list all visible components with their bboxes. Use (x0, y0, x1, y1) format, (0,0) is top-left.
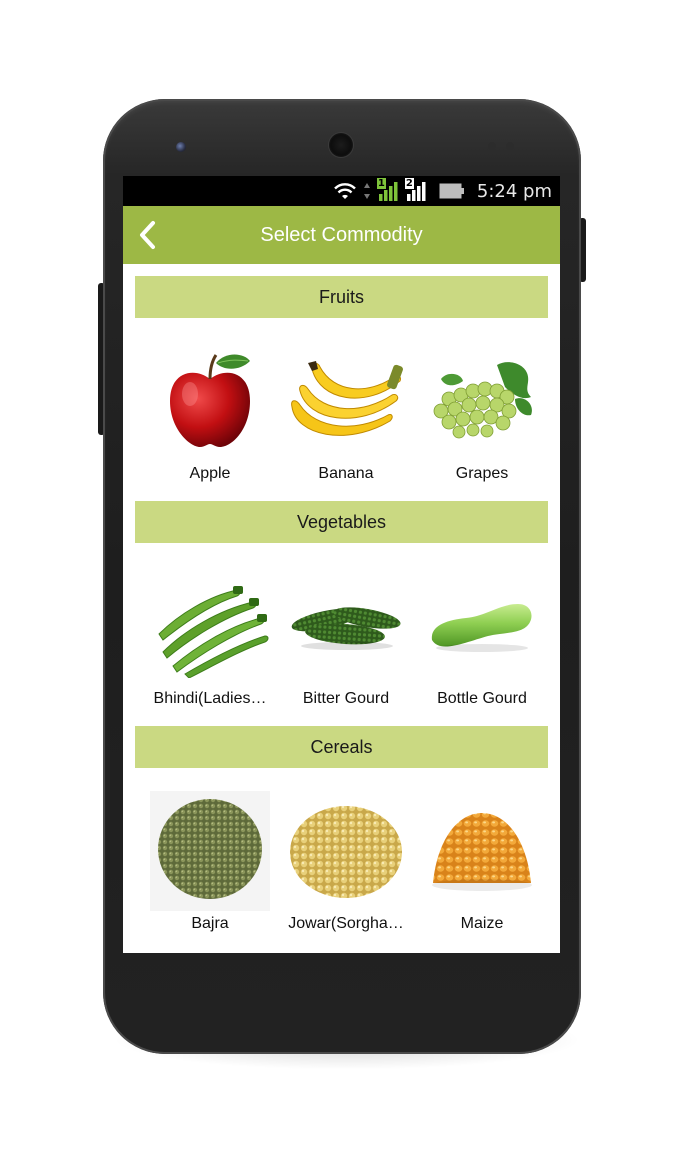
earpiece-speaker-icon (329, 133, 353, 157)
commodity-item-grapes[interactable]: Grapes (414, 338, 550, 485)
millet-image (142, 788, 278, 913)
commodity-label: Maize (460, 915, 504, 932)
commodity-item-jowar[interactable]: Jowar(Sorgha… (278, 788, 414, 935)
apple-image (142, 338, 278, 463)
section-header-fruits: Fruits (135, 276, 548, 318)
commodity-item-bitter-gourd[interactable]: Bitter Gourd (278, 563, 414, 710)
commodity-label: Jowar(Sorgha… (288, 915, 404, 932)
section-header-vegetables: Vegetables (135, 501, 548, 543)
commodity-label: Bhindi(Ladies… (153, 690, 267, 707)
okra-image (142, 563, 278, 688)
signal-sim2-icon: 2 (404, 178, 427, 202)
commodity-item-bajra[interactable]: Bajra (142, 788, 278, 935)
section-header-cereals: Cereals (135, 726, 548, 768)
commodity-item-bhindi[interactable]: Bhindi(Ladies… (142, 563, 278, 710)
commodity-item-bottle-gourd[interactable]: Bottle Gourd (414, 563, 550, 710)
banana-image (278, 338, 414, 463)
data-arrows-icon (363, 183, 370, 199)
status-bar: 1 2 5:24 pm (123, 176, 560, 206)
bottle-gourd-image (414, 563, 550, 688)
battery-icon (439, 183, 464, 199)
maize-image (414, 788, 550, 913)
sorghum-image (278, 788, 414, 913)
bitter-gourd-image (278, 563, 414, 688)
commodity-label: Apple (189, 465, 231, 482)
commodity-label: Bajra (191, 915, 229, 932)
light-sensor-icon (506, 142, 514, 150)
commodity-item-banana[interactable]: Banana (278, 338, 414, 485)
status-time: 5:24 pm (476, 180, 552, 202)
commodity-list: Fruits Apple Banana Grapes Vegetables Bh… (123, 264, 560, 953)
app-bar: Select Commodity (123, 206, 560, 264)
commodity-label: Grapes (455, 465, 509, 482)
commodity-label: Banana (318, 465, 374, 482)
commodity-item-maize[interactable]: Maize (414, 788, 550, 935)
proximity-sensor-icon (488, 142, 496, 150)
front-camera-icon (176, 142, 186, 152)
grapes-image (414, 338, 550, 463)
signal-sim1-icon: 1 (376, 178, 399, 202)
sim2-label: 2 (404, 178, 414, 189)
commodity-label: Bitter Gourd (302, 690, 390, 707)
phone-screen: 1 2 5:24 pm Select Commodity Fruits Appl… (123, 176, 560, 953)
sim1-label: 1 (376, 178, 386, 189)
commodity-label: Bottle Gourd (437, 690, 527, 707)
wifi-icon (334, 183, 356, 199)
page-title: Select Commodity (260, 224, 423, 246)
commodity-item-apple[interactable]: Apple (142, 338, 278, 485)
